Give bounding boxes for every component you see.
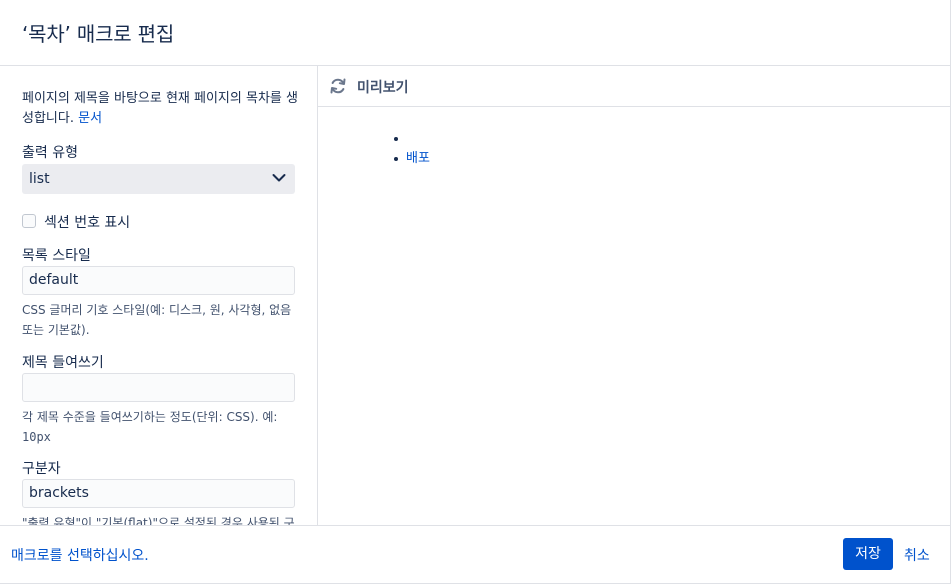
toc-preview-list: 배포 bbox=[394, 129, 430, 169]
cancel-button[interactable]: 취소 bbox=[904, 545, 930, 565]
macro-description-text: 페이지의 제목을 바탕으로 현재 페이지의 목차를 생성합니다. bbox=[22, 91, 298, 126]
preview-title: 미리보기 bbox=[357, 80, 409, 96]
list-style-input[interactable]: default bbox=[22, 266, 295, 295]
heading-indent-help: 각 제목 수준을 들여쓰기하는 정도(단위: CSS). 예: 10px bbox=[22, 407, 300, 447]
section-numbers-checkbox[interactable] bbox=[22, 214, 36, 228]
dialog-header: ‘목차’ 매크로 편집 bbox=[0, 0, 951, 66]
list-style-help: CSS 글머리 기호 스타일(예: 디스크, 원, 사각형, 없음 또는 기본값… bbox=[22, 303, 292, 337]
list-style-label: 목록 스타일 bbox=[22, 248, 91, 264]
output-type-label: 출력 유형 bbox=[22, 145, 78, 161]
separator-help: "출력 유형"이 "기본(flat)"으로 설정된 경우 사용된 구 bbox=[22, 516, 295, 525]
toc-item: 배포 bbox=[394, 149, 430, 169]
heading-indent-input[interactable] bbox=[22, 373, 295, 402]
preview-header: 미리보기 bbox=[318, 66, 951, 107]
dialog-title: ‘목차’ 매크로 편집 bbox=[22, 22, 175, 46]
macro-parameters-panel[interactable]: 페이지의 제목을 바탕으로 현재 페이지의 목차를 생성합니다. 문서 출력 유… bbox=[0, 66, 318, 525]
bullet-icon bbox=[394, 157, 398, 161]
bullet-icon bbox=[394, 137, 398, 141]
toc-item bbox=[394, 129, 430, 149]
separator-input[interactable]: brackets bbox=[22, 479, 295, 508]
heading-indent-help-text: 각 제목 수준을 들여쓰기하는 정도(단위: CSS). 예: bbox=[22, 410, 278, 424]
dialog-footer: 매크로를 선택하십시오. 저장 취소 bbox=[0, 525, 951, 584]
heading-indent-label: 제목 들여쓰기 bbox=[22, 355, 104, 371]
chevron-down-icon bbox=[272, 174, 286, 182]
save-button[interactable]: 저장 bbox=[843, 538, 893, 570]
refresh-icon[interactable] bbox=[329, 77, 347, 95]
macro-description: 페이지의 제목을 바탕으로 현재 페이지의 목차를 생성합니다. 문서 bbox=[22, 89, 302, 129]
section-numbers-label: 섹션 번호 표시 bbox=[44, 215, 131, 231]
toc-item-link[interactable]: 배포 bbox=[406, 151, 430, 166]
separator-label: 구분자 bbox=[22, 461, 61, 477]
documentation-link[interactable]: 문서 bbox=[78, 111, 102, 126]
macro-editor-dialog: ‘목차’ 매크로 편집 페이지의 제목을 바탕으로 현재 페이지의 목차를 생성… bbox=[0, 0, 951, 584]
heading-indent-example: 10px bbox=[22, 430, 51, 444]
output-type-select[interactable]: list bbox=[22, 164, 295, 194]
select-macro-link[interactable]: 매크로를 선택하십시오. bbox=[11, 545, 149, 565]
output-type-value: list bbox=[29, 171, 50, 187]
preview-panel: 미리보기 배포 bbox=[318, 66, 951, 525]
